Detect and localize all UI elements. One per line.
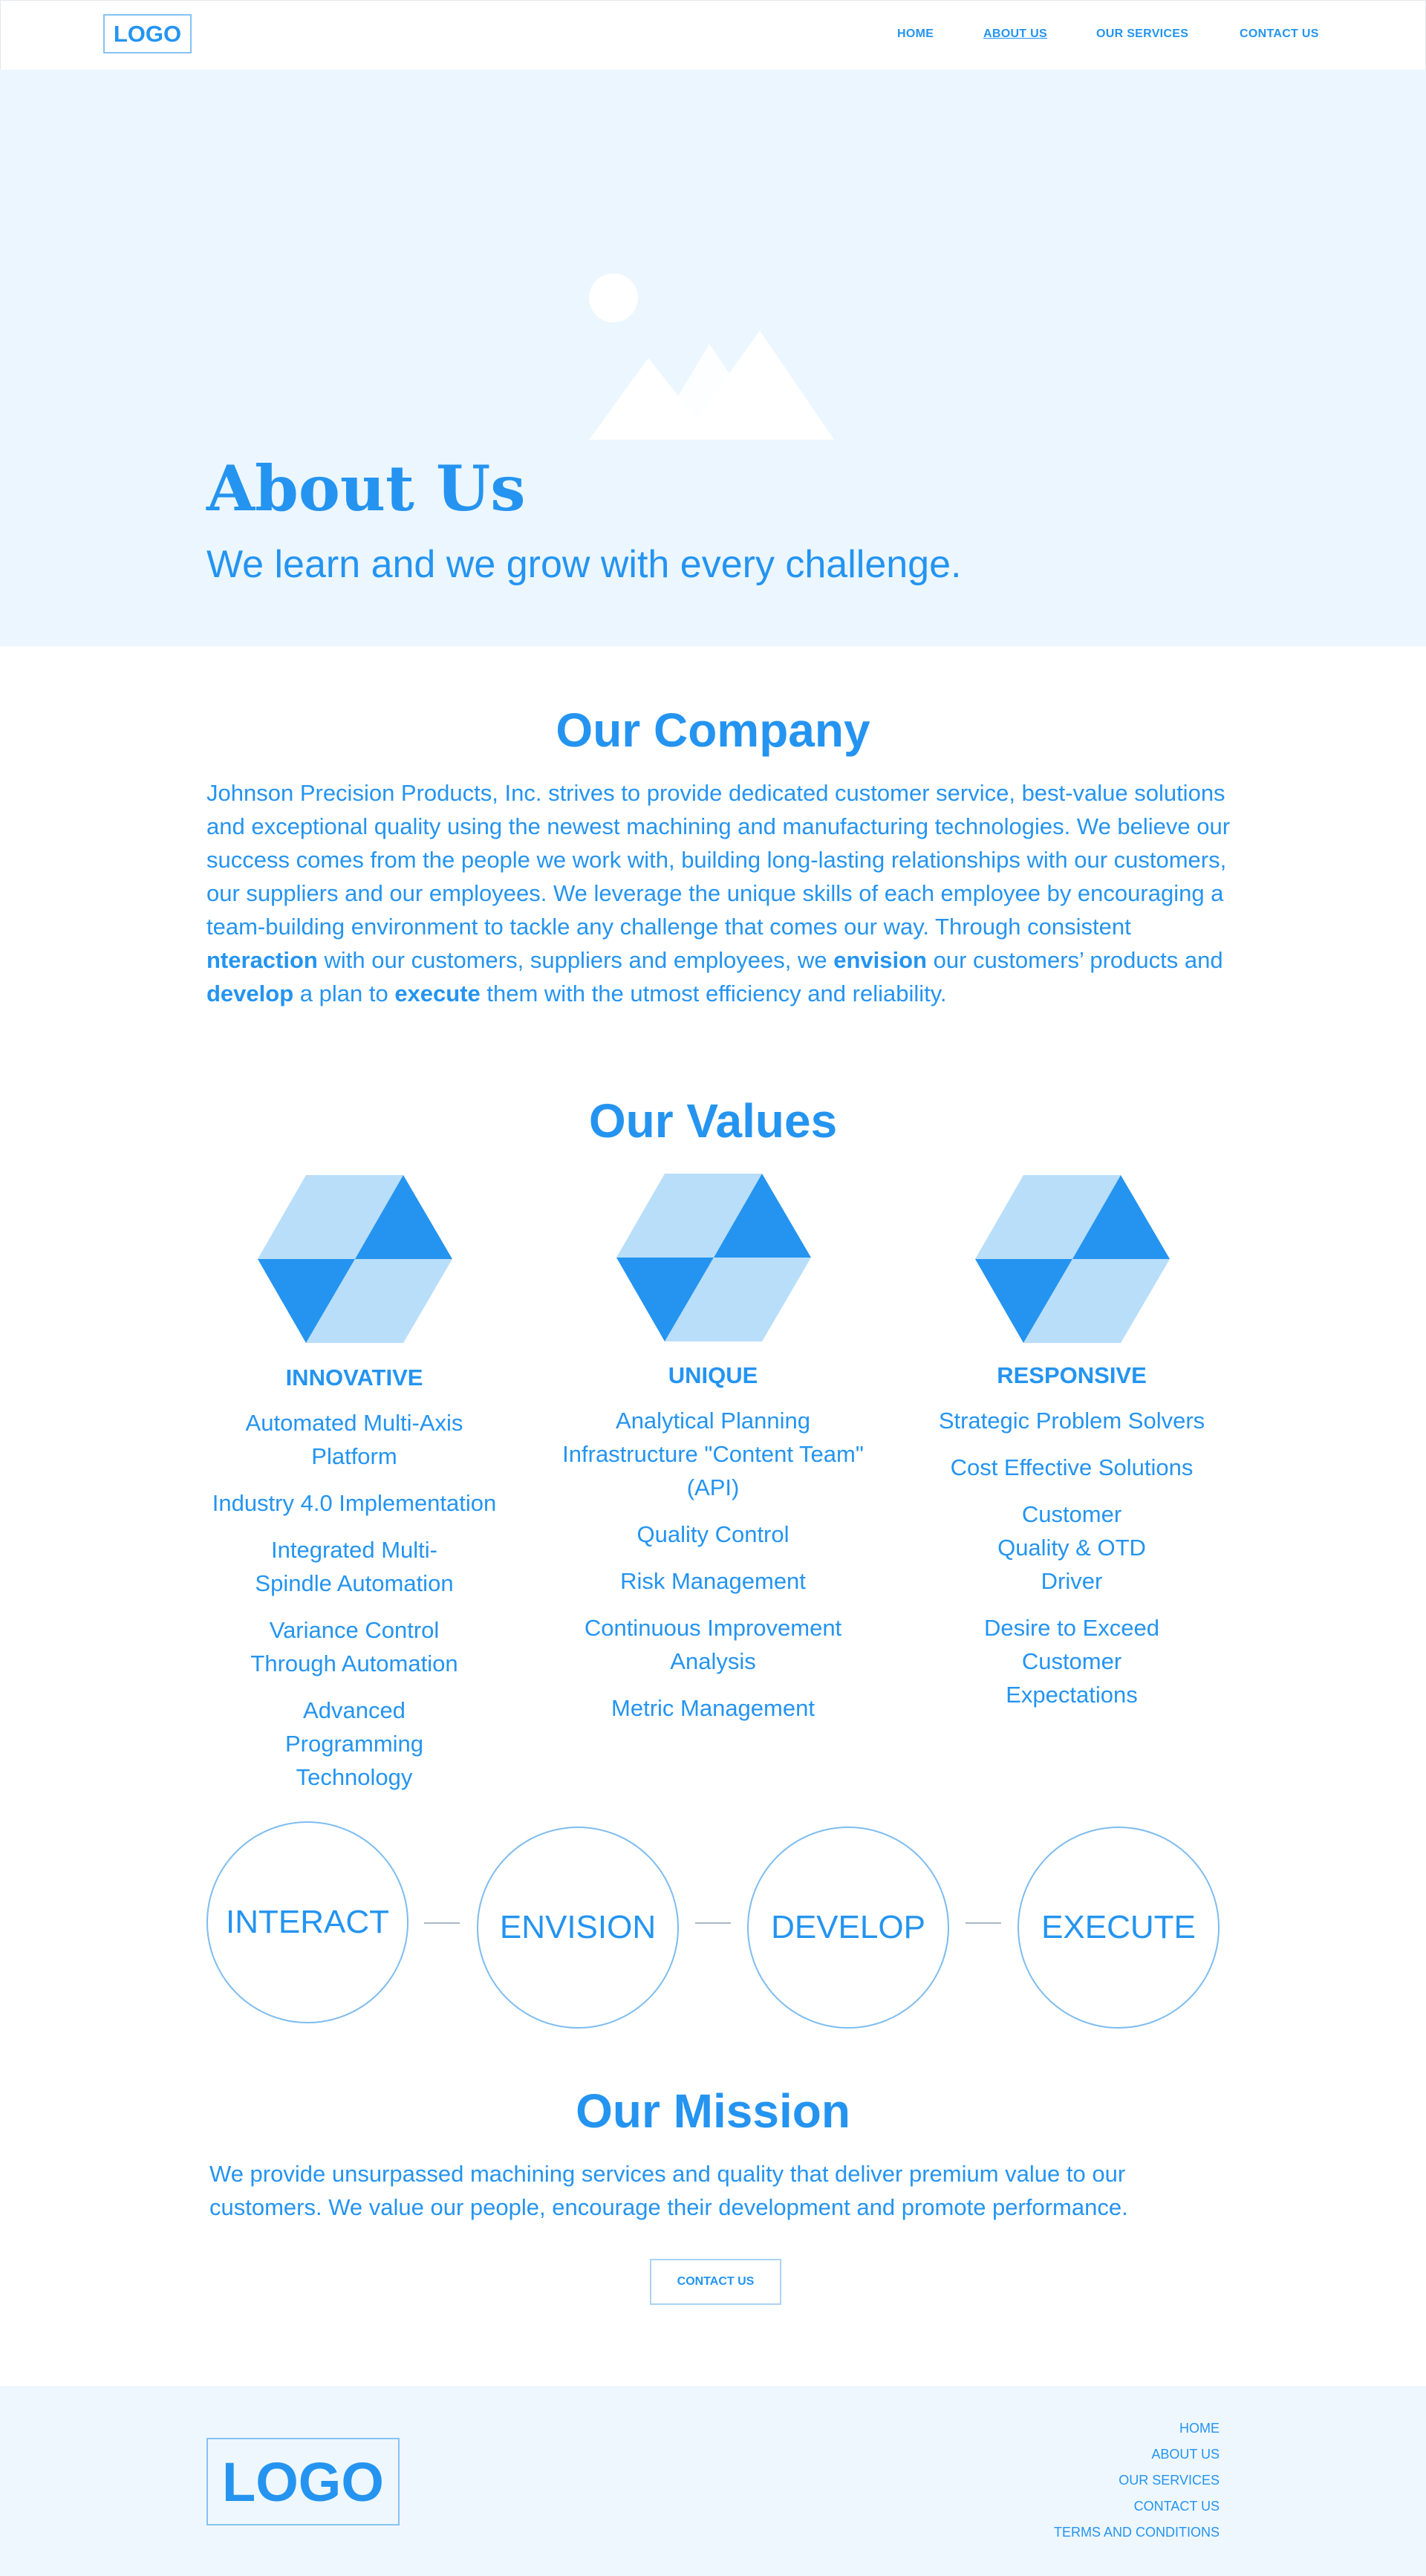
process-connector (424, 1922, 460, 1924)
value-item: Analytical Planning Infrastructure "Cont… (562, 1408, 864, 1500)
value-item: Quality Control (637, 1521, 789, 1547)
page-subtitle: We learn and we grow with every challeng… (206, 543, 962, 586)
value-item: Continuous Improvement Analysis (584, 1615, 842, 1674)
footer-link-home[interactable]: HOME (1179, 2421, 1220, 2436)
process-circle-develop: DEVELOP (747, 1827, 949, 2029)
value-title: UNIQUE (668, 1362, 758, 1388)
innovative-hexagon-icon (258, 1175, 452, 1343)
value-column-responsive: RESPONSIVE Strategic Problem Solvers Cos… (923, 1361, 1220, 1711)
process-circle-envision: ENVISION (477, 1827, 679, 2029)
contact-us-button[interactable]: CONTACT US (650, 2259, 781, 2305)
nav-contact-us[interactable]: CONTACT US (1240, 27, 1319, 41)
value-item: Customer Quality & OTD Driver (997, 1501, 1146, 1594)
image-placeholder-icon (589, 273, 834, 440)
process-connector (695, 1922, 731, 1924)
value-item: Risk Management (620, 1568, 806, 1594)
value-item: Metric Management (611, 1695, 815, 1721)
unique-hexagon-icon (616, 1174, 811, 1341)
responsive-hexagon-icon (975, 1175, 1170, 1343)
value-column-innovative: INNOVATIVE Automated Multi-Axis Platform… (206, 1363, 503, 1794)
value-item: Automated Multi-Axis Platform (245, 1410, 463, 1469)
site-header: LOGO HOME ABOUT US OUR SERVICES CONTACT … (0, 0, 1426, 71)
value-item: Integrated Multi-Spindle Automation (255, 1537, 454, 1596)
process-circle-execute: EXECUTE (1018, 1827, 1220, 2029)
value-item: Cost Effective Solutions (950, 1454, 1194, 1480)
footer-link-our-services[interactable]: OUR SERVICES (1119, 2473, 1220, 2488)
footer-logo[interactable]: LOGO (206, 2438, 400, 2525)
mission-text: We provide unsurpassed machining service… (209, 2161, 1128, 2220)
footer-link-about-us[interactable]: ABOUT US (1151, 2447, 1220, 2462)
value-title: INNOVATIVE (285, 1365, 423, 1391)
page-title: About Us (206, 452, 526, 525)
nav-home[interactable]: HOME (897, 27, 934, 41)
header-logo[interactable]: LOGO (103, 14, 192, 53)
nav-about-us[interactable]: ABOUT US (983, 27, 1047, 41)
company-title: Our Company (556, 703, 870, 757)
nav-our-services[interactable]: OUR SERVICES (1096, 27, 1188, 41)
value-column-unique: UNIQUE Analytical Planning Infrastructur… (546, 1361, 880, 1725)
value-item: Strategic Problem Solvers (938, 1408, 1205, 1434)
value-item: Desire to Exceed Customer Expectations (983, 1615, 1160, 1708)
values-title: Our Values (588, 1094, 838, 1148)
company-text: Johnson Precision Products, Inc. strives… (206, 780, 1231, 1006)
value-item: Advanced Programming Technology (284, 1697, 424, 1790)
footer-link-contact-us[interactable]: CONTACT US (1134, 2499, 1220, 2514)
footer-link-terms[interactable]: TERMS AND CONDITIONS (1054, 2525, 1220, 2540)
value-item: Industry 4.0 Implementation (212, 1490, 497, 1516)
process-circle-interact: INTERACT (206, 1821, 408, 2023)
mission-title: Our Mission (576, 2084, 850, 2138)
process-connector (966, 1922, 1001, 1924)
value-title: RESPONSIVE (997, 1362, 1147, 1388)
value-item: Variance Control Through Automation (250, 1617, 458, 1676)
